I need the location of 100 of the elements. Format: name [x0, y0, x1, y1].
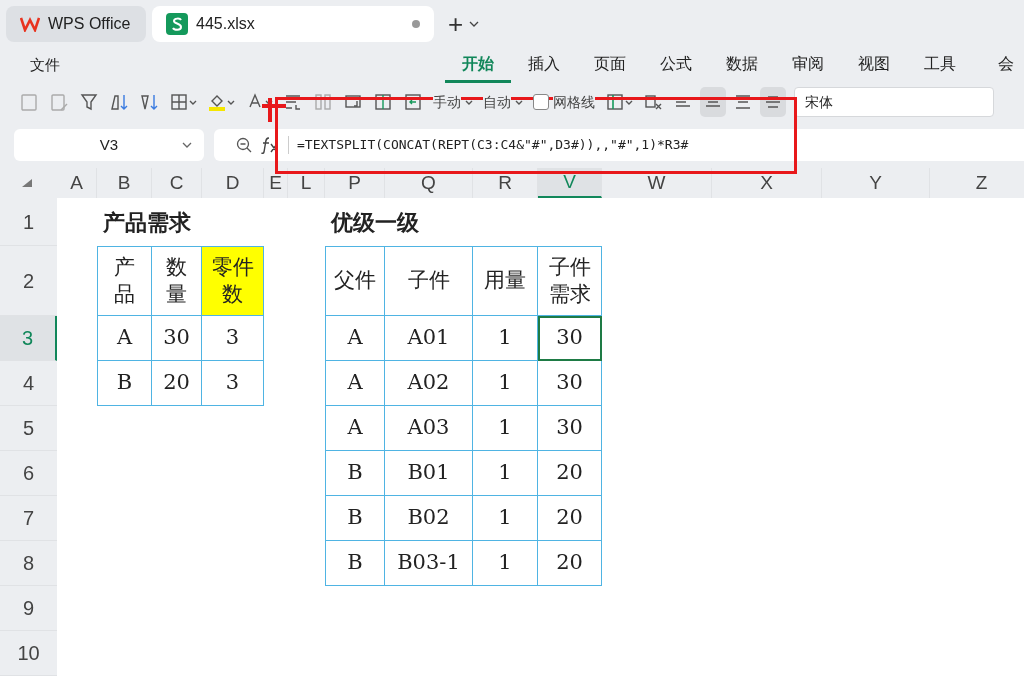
file-menu[interactable]: 文件: [30, 53, 60, 77]
table-cell[interactable]: 3: [202, 316, 264, 361]
new-tab-button[interactable]: +: [448, 4, 464, 44]
row-header[interactable]: 6: [0, 451, 57, 496]
table-cell[interactable]: A01: [385, 316, 473, 361]
table-cell[interactable]: 1: [473, 451, 538, 496]
merge-cells-icon[interactable]: [313, 92, 333, 112]
table-cell[interactable]: B: [325, 451, 385, 496]
sort-descending-icon[interactable]: [139, 92, 159, 112]
column-header[interactable]: W: [602, 168, 712, 198]
column-header[interactable]: C: [152, 168, 202, 198]
borders-icon[interactable]: [169, 92, 189, 112]
caret-down-icon: [465, 99, 473, 105]
fit-icon[interactable]: [403, 92, 423, 112]
caret-down-icon: [625, 99, 633, 105]
table-cell[interactable]: 20: [538, 541, 602, 586]
font-dropdown[interactable]: 宋体: [794, 87, 994, 117]
header-cell[interactable]: 用量: [473, 246, 538, 316]
row-header[interactable]: 5: [0, 406, 57, 451]
table-cell[interactable]: 30: [538, 361, 602, 406]
clear-format-icon[interactable]: [643, 92, 663, 112]
header-cell[interactable]: 零件数: [202, 246, 264, 316]
column-header[interactable]: X: [712, 168, 822, 198]
table-cell[interactable]: 20: [538, 451, 602, 496]
filter-icon[interactable]: [79, 92, 99, 112]
column-width-dropdown[interactable]: 自动: [480, 87, 526, 117]
table-cell[interactable]: A: [325, 361, 385, 406]
checkbox[interactable]: [533, 94, 549, 110]
row-header[interactable]: 10: [0, 631, 57, 676]
table-cell[interactable]: 1: [473, 496, 538, 541]
table-cell[interactable]: A: [97, 316, 152, 361]
table-cell[interactable]: 1: [473, 361, 538, 406]
table-cell[interactable]: 3: [202, 361, 264, 406]
ribbon-tab[interactable]: 数据: [709, 47, 775, 83]
row-header[interactable]: 1: [0, 198, 57, 246]
header-cell[interactable]: 子件: [385, 246, 473, 316]
formula-text: =TEXTSPLIT(CONCAT(REPT(C3:C4&"#",D3#)),,"#",1)*R3#: [297, 136, 689, 155]
table-cell[interactable]: 20: [538, 496, 602, 541]
ribbon-tab[interactable]: 审阅: [775, 47, 841, 83]
ribbon-tab[interactable]: 视图: [841, 47, 907, 83]
column-header[interactable]: V: [538, 168, 602, 198]
column-header[interactable]: A: [57, 168, 97, 198]
table-cell[interactable]: 30: [538, 316, 602, 361]
chevron-down-icon: [469, 21, 480, 27]
table-cell[interactable]: B: [97, 361, 152, 406]
caret-down-icon: [189, 99, 197, 105]
table-cell[interactable]: 1: [473, 316, 538, 361]
row-header[interactable]: 9: [0, 586, 57, 631]
column-header[interactable]: Z: [930, 168, 1024, 198]
align-top-icon[interactable]: [733, 92, 753, 112]
table-cell[interactable]: B02: [385, 496, 473, 541]
table-cell[interactable]: B03-1: [385, 541, 473, 586]
header-cell[interactable]: 父件: [325, 246, 385, 316]
column-header[interactable]: P: [325, 168, 385, 198]
ribbon-tab[interactable]: 工具: [907, 47, 973, 83]
table-cell[interactable]: A02: [385, 361, 473, 406]
column-header[interactable]: L: [288, 168, 325, 198]
name-box[interactable]: V3: [14, 129, 204, 161]
column-header[interactable]: Q: [385, 168, 473, 198]
table-cell[interactable]: A: [325, 316, 385, 361]
row-header[interactable]: 2: [0, 246, 57, 316]
ribbon-tab[interactable]: 开始: [445, 47, 511, 83]
table-cell[interactable]: 20: [152, 361, 202, 406]
header-cell[interactable]: 产品: [97, 246, 152, 316]
sort-ascending-icon[interactable]: [109, 92, 129, 112]
freeze-panes-icon[interactable]: [605, 92, 625, 112]
column-header[interactable]: E: [264, 168, 288, 198]
table-cell[interactable]: 1: [473, 406, 538, 451]
app-tab[interactable]: WPS Office: [6, 6, 146, 42]
row-header[interactable]: 3: [0, 316, 57, 361]
table-cell[interactable]: A: [325, 406, 385, 451]
ribbon-tab[interactable]: 页面: [577, 47, 643, 83]
table-cell[interactable]: B: [325, 541, 385, 586]
row-header[interactable]: 8: [0, 541, 57, 586]
crosshair-icon: [262, 98, 286, 122]
column-header[interactable]: Y: [822, 168, 930, 198]
row-height-dropdown[interactable]: 手动: [430, 87, 476, 117]
ribbon-tab[interactable]: 插入: [511, 47, 577, 83]
row-header[interactable]: 4: [0, 361, 57, 406]
spreadsheet-icon: [166, 13, 188, 35]
row-header[interactable]: 7: [0, 496, 57, 541]
wrap-text-icon[interactable]: [283, 92, 303, 112]
formula-field[interactable]: =TEXTSPLIT(CONCAT(REPT(C3:C4&"#",D3#)),,"#",1)*R3#: [214, 129, 1024, 161]
caret-down-icon: [515, 99, 523, 105]
header-cell[interactable]: 子件需求: [538, 246, 602, 316]
caret-down-icon: [227, 99, 235, 105]
table-cell[interactable]: 1: [473, 541, 538, 586]
column-header[interactable]: B: [97, 168, 152, 198]
table-cell[interactable]: A03: [385, 406, 473, 451]
table-cell[interactable]: 30: [152, 316, 202, 361]
column-header[interactable]: R: [473, 168, 538, 198]
table-title: 优级一级: [329, 207, 420, 237]
ribbon-tab[interactable]: 公式: [643, 47, 709, 83]
column-header[interactable]: D: [202, 168, 264, 198]
column-width-icon[interactable]: [373, 92, 393, 112]
table-cell[interactable]: B: [325, 496, 385, 541]
table-cell[interactable]: 30: [538, 406, 602, 451]
table-cell[interactable]: B01: [385, 451, 473, 496]
ribbon-tab[interactable]: 会: [973, 47, 1024, 83]
app-tab[interactable]: 445.xlsx: [152, 6, 434, 42]
